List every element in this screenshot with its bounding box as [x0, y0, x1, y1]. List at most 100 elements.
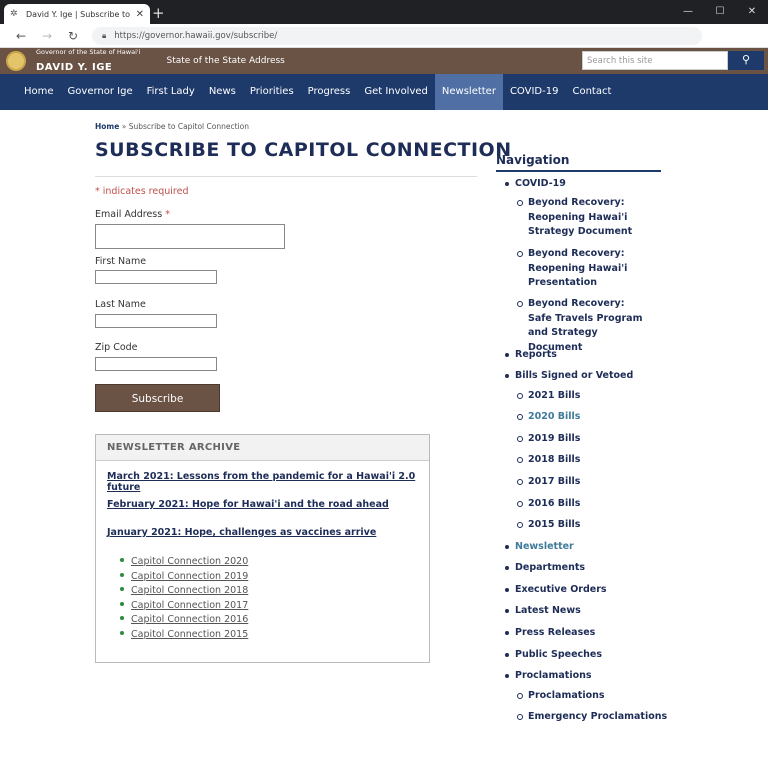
nav-governor-ige[interactable]: Governor Ige — [61, 74, 140, 110]
close-tab-icon[interactable]: ✕ — [136, 9, 144, 20]
nav-contact[interactable]: Contact — [565, 74, 618, 110]
reload-icon[interactable]: ↻ — [60, 29, 86, 43]
email-label-text: Email Address — [95, 209, 163, 220]
sidebar-item-latest-news[interactable]: Latest News — [505, 604, 581, 619]
brand-subtitle: Governor of the State of Hawai'i — [36, 47, 141, 56]
archive-featured-link[interactable]: March 2021: Lessons from the pandemic fo… — [107, 471, 429, 493]
sidebar-item-2020-bills[interactable]: 2020 Bills — [516, 410, 580, 425]
close-window-icon[interactable]: ✕ — [736, 0, 768, 24]
sidebar-item-emergency-proclamations[interactable]: Emergency Proclamations — [516, 710, 667, 725]
email-field[interactable] — [95, 224, 285, 249]
archive-year-list: Capitol Connection 2020 Capitol Connecti… — [120, 555, 248, 642]
title-divider — [95, 176, 477, 177]
nav-covid-19[interactable]: COVID-19 — [503, 74, 566, 110]
sidebar-item-2018-bills[interactable]: 2018 Bills — [516, 453, 580, 468]
bullet-icon — [120, 601, 124, 606]
sidebar-item-2016-bills[interactable]: 2016 Bills — [516, 497, 580, 512]
archive-year-link[interactable]: Capitol Connection 2016 — [131, 614, 248, 625]
archive-title: NEWSLETTER ARCHIVE — [96, 435, 429, 461]
bullet-icon — [120, 630, 124, 635]
sidebar-item-executive-orders[interactable]: Executive Orders — [505, 583, 607, 598]
archive-year-link[interactable]: Capitol Connection 2017 — [131, 600, 248, 611]
sidebar-item-2017-bills[interactable]: 2017 Bills — [516, 475, 580, 490]
archive-year-item[interactable]: Capitol Connection 2020 — [120, 555, 248, 570]
tab-title: David Y. Ige | Subscribe to Capit — [26, 9, 132, 19]
site-search-input[interactable]: Search this site — [582, 51, 728, 70]
window-controls: — ☐ ✕ — [672, 0, 768, 24]
sidebar-item-2019-bills[interactable]: 2019 Bills — [516, 432, 580, 447]
page-title: SUBSCRIBE TO CAPITOL CONNECTION — [95, 139, 512, 161]
breadcrumb-home[interactable]: Home — [95, 122, 119, 131]
sidebar-item-2015-bills[interactable]: 2015 Bills — [516, 518, 580, 533]
sidebar-item-covid-19[interactable]: COVID-19 — [505, 177, 566, 192]
address-bar: ← → ↻ 🔒︎ https://governor.hawaii.gov/sub… — [0, 24, 768, 48]
breadcrumb-current: Subscribe to Capitol Connection — [128, 122, 249, 131]
maximize-icon[interactable]: ☐ — [704, 0, 736, 24]
nav-home[interactable]: Home — [17, 74, 61, 110]
first-name-label: First Name — [95, 256, 147, 267]
zip-code-field[interactable] — [95, 357, 217, 371]
sidebar-item-reports[interactable]: Reports — [505, 348, 557, 363]
nav-progress[interactable]: Progress — [301, 74, 358, 110]
state-of-the-state-link[interactable]: State of the State Address — [167, 56, 285, 66]
archive-featured-link[interactable]: February 2021: Hope for Hawai'i and the … — [107, 499, 389, 510]
browser-tab-bar: ✲ David Y. Ige | Subscribe to Capit ✕ + … — [0, 0, 768, 24]
archive-year-link[interactable]: Capitol Connection 2015 — [131, 629, 248, 640]
required-note: * indicates required — [95, 186, 189, 197]
site-brand[interactable]: Governor of the State of Hawai'i DAVID Y… — [36, 49, 141, 74]
sidebar-item-2021-bills[interactable]: 2021 Bills — [516, 389, 580, 404]
bullet-icon — [120, 558, 124, 562]
archive-year-item[interactable]: Capitol Connection 2018 — [120, 584, 248, 599]
last-name-label: Last Name — [95, 299, 146, 310]
sidebar-item-bills[interactable]: Bills Signed or Vetoed — [504, 369, 633, 384]
sidebar-item-departments[interactable]: Departments — [504, 561, 585, 576]
last-name-field[interactable] — [95, 314, 217, 328]
bullet-icon — [120, 572, 124, 577]
bullet-icon — [120, 587, 124, 591]
subscribe-button[interactable]: Subscribe — [95, 384, 220, 412]
archive-year-item[interactable]: Capitol Connection 2017 — [120, 599, 248, 614]
new-tab-icon[interactable]: + — [152, 4, 165, 22]
nav-news[interactable]: News — [202, 74, 243, 110]
sidebar-item-proclamations-sub[interactable]: Proclamations — [517, 689, 605, 704]
email-label: Email Address * — [95, 209, 170, 220]
archive-year-link[interactable]: Capitol Connection 2019 — [131, 571, 248, 582]
lock-icon: 🔒︎ — [102, 30, 107, 40]
sidebar-item-proclamations[interactable]: Proclamations — [505, 669, 592, 684]
main-nav: Home Governor Ige First Lady News Priori… — [0, 74, 768, 110]
sidebar-item-strategy-document[interactable]: Beyond Recovery: Reopening Hawai'i Strat… — [517, 196, 664, 240]
nav-first-lady[interactable]: First Lady — [140, 74, 202, 110]
nav-newsletter[interactable]: Newsletter — [434, 74, 503, 110]
back-icon[interactable]: ← — [8, 29, 34, 43]
required-star: * — [165, 209, 170, 220]
sidebar-item-presentation[interactable]: Beyond Recovery: Reopening Hawai'i Prese… — [517, 247, 638, 291]
browser-tab[interactable]: ✲ David Y. Ige | Subscribe to Capit ✕ — [4, 4, 150, 24]
nav-get-involved[interactable]: Get Involved — [357, 74, 435, 110]
minimize-icon[interactable]: — — [672, 0, 704, 24]
zip-code-label: Zip Code — [95, 342, 138, 353]
sidebar-item-public-speeches[interactable]: Public Speeches — [505, 648, 602, 663]
site-favicon-icon: ✲ — [10, 9, 18, 19]
sidebar-item-press-releases[interactable]: Press Releases — [504, 626, 595, 641]
archive-year-link[interactable]: Capitol Connection 2020 — [131, 556, 248, 567]
archive-year-link[interactable]: Capitol Connection 2018 — [131, 585, 248, 596]
url-field[interactable]: 🔒︎ https://governor.hawaii.gov/subscribe… — [92, 26, 702, 45]
brand-name: DAVID Y. IGE — [36, 62, 113, 74]
bullet-icon — [120, 616, 124, 620]
nav-priorities[interactable]: Priorities — [243, 74, 301, 110]
archive-featured-link[interactable]: January 2021: Hope, challenges as vaccin… — [107, 527, 376, 538]
forward-icon[interactable]: → — [34, 29, 60, 43]
search-icon[interactable]: ⚲ — [728, 51, 764, 70]
breadcrumb: Home » Subscribe to Capitol Connection — [95, 122, 249, 131]
archive-year-item[interactable]: Capitol Connection 2015 — [120, 628, 248, 643]
url-text: https://governor.hawaii.gov/subscribe/ — [114, 30, 278, 41]
archive-year-item[interactable]: Capitol Connection 2019 — [120, 570, 248, 585]
sidebar-item-safe-travels[interactable]: Beyond Recovery: Safe Travels Program an… — [517, 297, 648, 355]
first-name-field[interactable] — [95, 270, 217, 284]
state-seal-logo[interactable] — [6, 51, 26, 71]
sidebar-title: Navigation — [496, 153, 661, 172]
archive-year-item[interactable]: Capitol Connection 2016 — [120, 613, 248, 628]
site-header: Governor of the State of Hawai'i DAVID Y… — [0, 48, 768, 74]
newsletter-archive: NEWSLETTER ARCHIVE March 2021: Lessons f… — [95, 434, 430, 663]
sidebar-item-newsletter[interactable]: Newsletter — [505, 540, 574, 555]
